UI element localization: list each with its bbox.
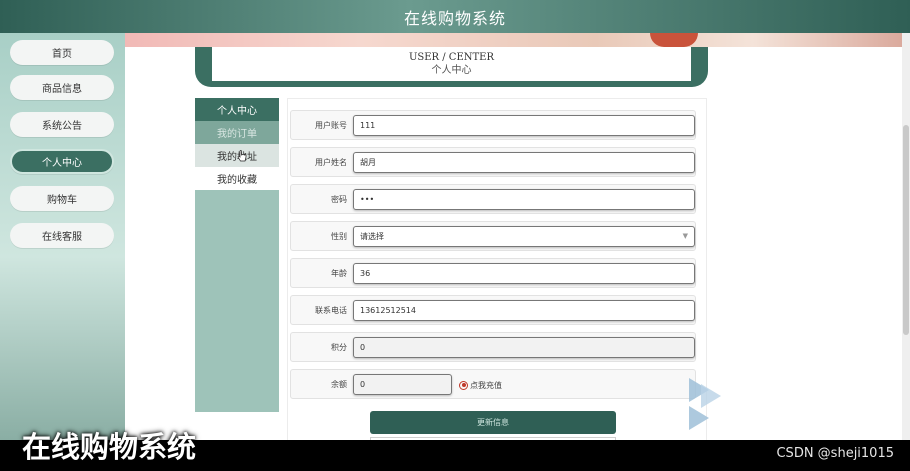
banner-strip [125,33,910,47]
gender-select[interactable]: 请选择 ▼ [353,226,695,247]
nav-item-user-center[interactable]: 个人中心 [10,149,114,174]
recharge-label: 点我充值 [470,380,502,390]
phone-input[interactable]: 13612512514 [353,300,695,321]
recharge-option[interactable]: 点我充值 [459,378,502,392]
nav-item-home[interactable]: 首页 [10,40,114,65]
submenu-head: 个人中心 [195,98,279,121]
form-row-phone: 联系电话 13612512514 [290,295,696,325]
account-input[interactable]: 111 [353,115,695,136]
form-row-name: 用户姓名 胡月 [290,147,696,177]
balance-input: 0 [353,374,452,395]
age-input[interactable]: 36 [353,263,695,284]
page-scrollbar[interactable] [902,33,910,440]
nav-item-announcements[interactable]: 系统公告 [10,112,114,137]
points-label: 积分 [331,343,347,352]
form-row-age: 年龄 36 [290,258,696,288]
user-info-form: 用户账号 111 用户姓名 胡月 密码 ••• 性别 请选择 ▼ 年龄 36 联… [287,98,707,448]
double-arrow-right-icon [689,378,721,430]
user-center-header: USER / CENTER 个人中心 [195,47,708,87]
gender-label: 性别 [331,232,347,241]
form-row-balance: 余额 0 点我充值 [290,369,696,399]
app-header: 在线购物系统 [0,0,910,33]
password-label: 密码 [331,195,347,204]
nav-item-cart[interactable]: 购物车 [10,186,114,211]
form-row-gender: 性别 请选择 ▼ [290,221,696,251]
hand-cursor-icon [237,150,247,162]
user-center-title-en: USER / CENTER [408,52,495,63]
name-input[interactable]: 胡月 [353,152,695,173]
radio-selected-icon[interactable] [459,380,468,390]
form-row-points: 积分 0 [290,332,696,362]
age-label: 年龄 [331,269,347,278]
nav-item-support[interactable]: 在线客服 [10,223,114,248]
submenu-item-address[interactable]: 我的地址 [195,144,279,167]
phone-label: 联系电话 [315,306,347,315]
form-row-password: 密码 ••• [290,184,696,214]
update-info-button[interactable]: 更新信息 [370,411,616,434]
nav-item-products[interactable]: 商品信息 [10,75,114,100]
user-center-submenu: 个人中心 我的订单 我的地址 我的收藏 [195,98,279,412]
watermark-left: 在线购物系统 [22,430,197,464]
password-input[interactable]: ••• [353,189,695,210]
chevron-down-icon: ▼ [682,232,688,240]
app-title: 在线购物系统 [403,8,506,28]
points-input: 0 [353,337,695,358]
name-label: 用户姓名 [315,158,347,167]
submenu-item-orders[interactable]: 我的订单 [195,121,279,144]
left-nav: 首页 商品信息 系统公告 个人中心 购物车 在线客服 [0,33,125,440]
banner-decoration [650,33,698,47]
gender-select-value: 请选择 [360,232,384,241]
user-center-title-cn: 个人中心 [431,65,472,76]
account-label: 用户账号 [315,121,347,130]
submenu-item-favorites[interactable]: 我的收藏 [195,167,279,190]
watermark-right: CSDN @sheji1015 [776,446,894,461]
user-center-title-box: USER / CENTER 个人中心 [212,47,691,81]
scrollbar-thumb[interactable] [903,125,909,335]
balance-label: 余额 [331,380,347,389]
form-row-account: 用户账号 111 [290,110,696,140]
